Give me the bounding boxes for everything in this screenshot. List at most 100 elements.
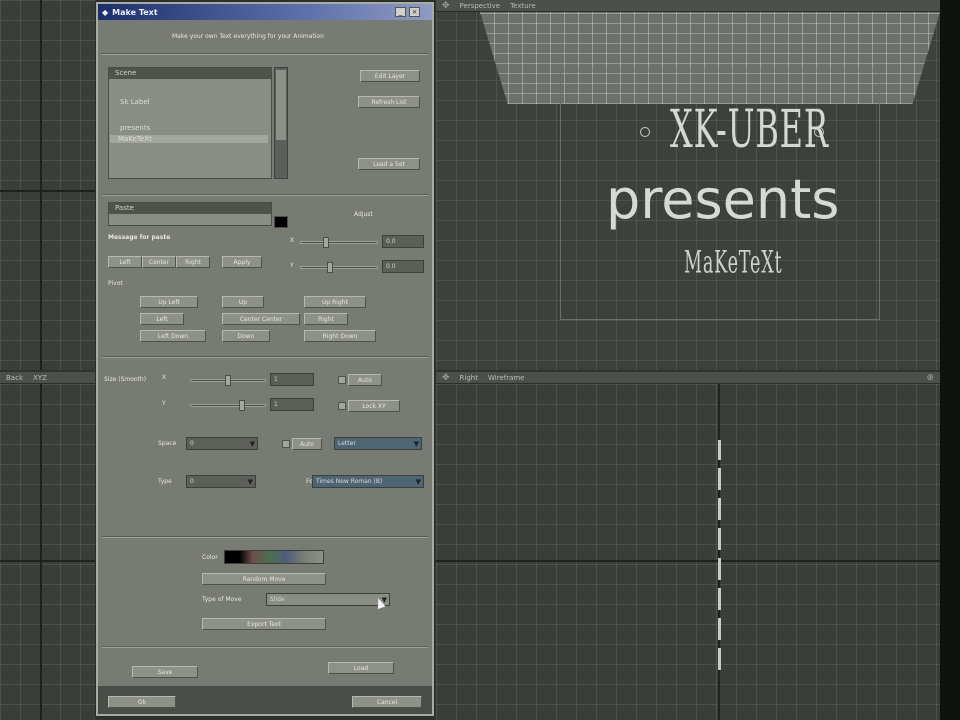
- edit-layer-button[interactable]: Edit Layer: [360, 70, 420, 82]
- adjust-y-label: Y: [290, 262, 294, 269]
- slider-knob[interactable]: [323, 237, 329, 248]
- refresh-list-button[interactable]: Refresh List: [358, 96, 420, 108]
- scrollbar-thumb[interactable]: [276, 70, 286, 140]
- size-y-field[interactable]: 1: [270, 398, 314, 411]
- close-icon[interactable]: ×: [409, 7, 420, 17]
- space-auto-checkbox[interactable]: [282, 440, 290, 448]
- title-main-text: presents: [606, 168, 840, 231]
- maximize-view-icon[interactable]: ⊕: [926, 373, 934, 383]
- ok-button[interactable]: Ok: [108, 696, 176, 708]
- pivot-right-button[interactable]: Right: [304, 313, 348, 325]
- adjust-x-label: X: [290, 237, 295, 244]
- divider: [102, 536, 428, 538]
- layer-list-scrollbar[interactable]: [274, 67, 288, 179]
- adjust-y-field[interactable]: 0.0: [382, 260, 424, 273]
- viewport-bar-top-right[interactable]: ✥ Perspective Texture: [436, 0, 940, 12]
- space-select[interactable]: 0 ▼: [186, 437, 258, 450]
- adjust-x-field[interactable]: 0.0: [382, 235, 424, 248]
- screen-edge: [940, 0, 960, 720]
- move-type-select[interactable]: Slide ▼: [266, 593, 390, 606]
- list-item-selected[interactable]: MaKeTeXt: [110, 135, 268, 143]
- layer-list[interactable]: [108, 67, 272, 179]
- pivot-up-left-button[interactable]: Up Left: [140, 296, 198, 308]
- window-icon: ◆: [102, 7, 109, 17]
- pivot-down-right-button[interactable]: Right Down: [304, 330, 376, 342]
- lock-xy-checkbox[interactable]: [338, 402, 346, 410]
- pivot-down-left-button[interactable]: Left Down: [140, 330, 206, 342]
- view-type-select[interactable]: Perspective: [460, 2, 501, 10]
- pivot-up-button[interactable]: Up: [222, 296, 264, 308]
- letter-select[interactable]: Letter ▼: [334, 437, 422, 450]
- align-center-button[interactable]: Center: [142, 256, 176, 268]
- viewport-bottom-left[interactable]: [0, 384, 96, 720]
- dialog-subtitle: Make your own Text everything for your A…: [172, 33, 324, 40]
- pivot-down-button[interactable]: Down: [222, 330, 270, 342]
- dialog-titlebar[interactable]: ◆ Make Text: [98, 4, 432, 20]
- letter-value: Letter: [338, 440, 356, 447]
- export-text-button[interactable]: Export Text: [202, 618, 326, 630]
- type-select[interactable]: 0 ▼: [186, 475, 256, 488]
- apply-button[interactable]: Apply: [222, 256, 262, 268]
- space-auto-button[interactable]: Auto: [292, 438, 322, 450]
- dialog-title: Make Text: [112, 7, 158, 17]
- render-mode-select[interactable]: XYZ: [33, 374, 47, 382]
- title-bottom-text: MaKeTeXt: [684, 246, 783, 281]
- layer-list-header: Scene: [109, 68, 271, 79]
- align-right-button[interactable]: Right: [176, 256, 210, 268]
- adjust-x-slider[interactable]: [300, 237, 378, 248]
- view-type-select[interactable]: Right: [460, 374, 478, 382]
- random-move-button[interactable]: Random Move: [202, 573, 326, 585]
- chevron-down-icon: ▼: [415, 478, 421, 486]
- pivot-up-right-button[interactable]: Up Right: [304, 296, 366, 308]
- divider: [102, 356, 428, 358]
- align-left-button[interactable]: Left: [108, 256, 142, 268]
- load-set-button[interactable]: Load a Set: [358, 158, 420, 170]
- move-view-icon[interactable]: ✥: [442, 373, 450, 383]
- chevron-down-icon: ▼: [247, 478, 253, 486]
- auto-size-button[interactable]: Auto: [348, 374, 382, 386]
- render-mode-select[interactable]: Wireframe: [488, 374, 525, 382]
- list-item[interactable]: presents: [120, 124, 150, 132]
- save-button[interactable]: Save: [132, 666, 198, 678]
- adjust-label: Adjust: [354, 211, 373, 218]
- size-x-label: X: [162, 374, 167, 381]
- slider-knob[interactable]: [225, 375, 231, 386]
- slider-knob[interactable]: [327, 262, 333, 273]
- pivot-center-button[interactable]: Center Center: [222, 313, 300, 325]
- viewport-bottom-right[interactable]: [436, 384, 940, 720]
- decor-circle-icon: [640, 127, 650, 137]
- load-button[interactable]: Load: [328, 662, 394, 674]
- title-top-text: XK-UBER: [670, 100, 829, 160]
- message-label: Message for paste: [108, 234, 171, 241]
- type-label: Type: [158, 478, 172, 485]
- chevron-down-icon: ▼: [413, 440, 419, 448]
- lightwave-workspace: { "viewports": { "top_left": {"label": "…: [0, 0, 960, 720]
- chevron-down-icon: ▼: [249, 440, 255, 448]
- cancel-button[interactable]: Cancel: [352, 696, 422, 708]
- viewport-top-left[interactable]: [0, 0, 96, 370]
- size-x-field[interactable]: 1: [270, 373, 314, 386]
- size-y-slider[interactable]: [190, 400, 266, 411]
- auto-size-checkbox[interactable]: [338, 376, 346, 384]
- view-type-select[interactable]: Back: [6, 374, 23, 382]
- adjust-y-slider[interactable]: [300, 262, 378, 273]
- viewport-bar-bottom-left[interactable]: Back XYZ: [0, 372, 96, 384]
- move-view-icon[interactable]: ✥: [442, 1, 450, 11]
- render-mode-select[interactable]: Texture: [510, 2, 536, 10]
- make-text-dialog[interactable]: ◆ Make Text _ × Make your own Text every…: [96, 2, 434, 716]
- list-item[interactable]: Sk Label: [120, 98, 150, 106]
- divider: [102, 53, 428, 55]
- axis-line: [40, 0, 42, 370]
- lock-xy-button[interactable]: Lock XY: [348, 400, 400, 412]
- font-select[interactable]: Times New Roman (B) ▼: [312, 475, 424, 488]
- paste-color-box[interactable]: [274, 216, 288, 228]
- axis-line: [0, 190, 96, 192]
- size-x-slider[interactable]: [190, 375, 266, 386]
- pivot-left-button[interactable]: Left: [140, 313, 184, 325]
- space-label: Space: [158, 440, 177, 447]
- slider-knob[interactable]: [239, 400, 245, 411]
- color-palette[interactable]: [224, 550, 324, 564]
- type-of-move-label: Type of Move: [202, 596, 242, 603]
- minimize-icon[interactable]: _: [395, 7, 406, 17]
- viewport-bar-bottom-right[interactable]: ✥ Right Wireframe ⊕: [436, 372, 940, 384]
